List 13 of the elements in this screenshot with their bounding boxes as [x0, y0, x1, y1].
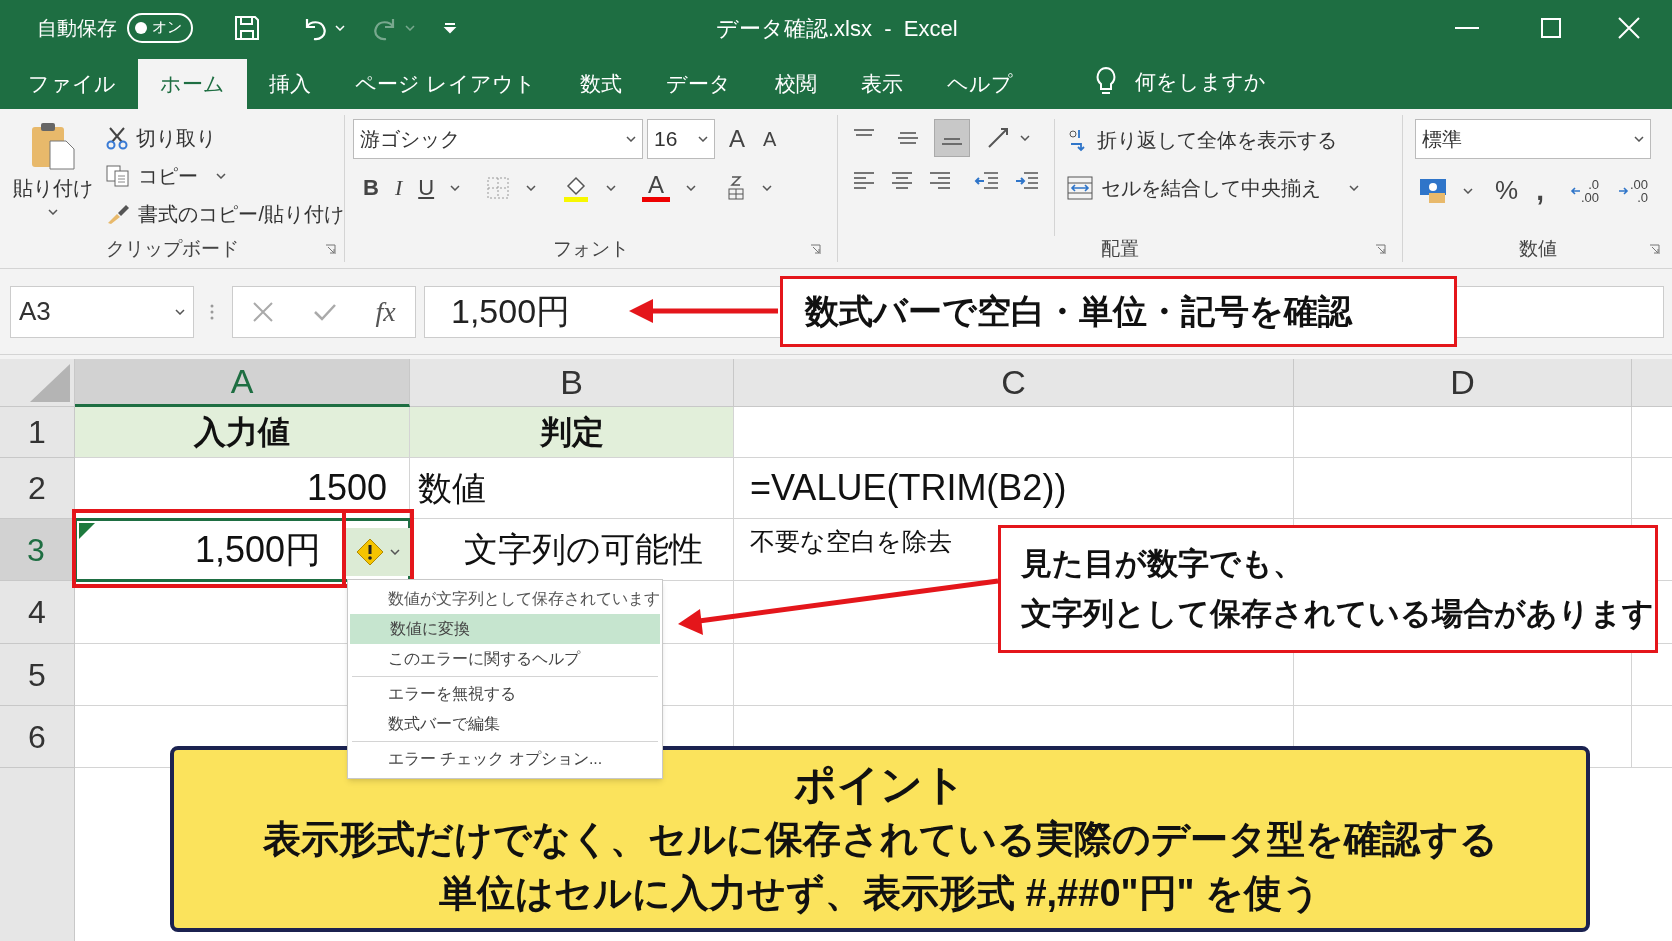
autosave-label: 自動保存	[37, 15, 117, 41]
point-title: ポイント	[794, 760, 966, 810]
group-label: クリップボード	[105, 236, 239, 261]
menu-heading: 数値が文字列として保存されています	[387, 589, 661, 609]
point-text: 単位はセルに入力せず、表示形式 #,##0"円" を使う	[438, 871, 1322, 917]
point-text: 表示形式だけでなく、セルに保存されている実際のデータ型を確認する	[262, 817, 1498, 862]
callout-text: 文字列として保存されている場合があります	[1021, 595, 1655, 633]
window-title: データ確認.xlsx - Excel	[716, 15, 958, 43]
group-label: フォント	[553, 236, 629, 261]
group-label: 数値	[1518, 236, 1557, 261]
group-label: 配置	[1101, 236, 1139, 261]
callout-tooltip: 数式バーで空白・単位・記号を確認	[780, 276, 1457, 347]
callout-text: 見た目が数字でも、	[1021, 545, 1305, 583]
